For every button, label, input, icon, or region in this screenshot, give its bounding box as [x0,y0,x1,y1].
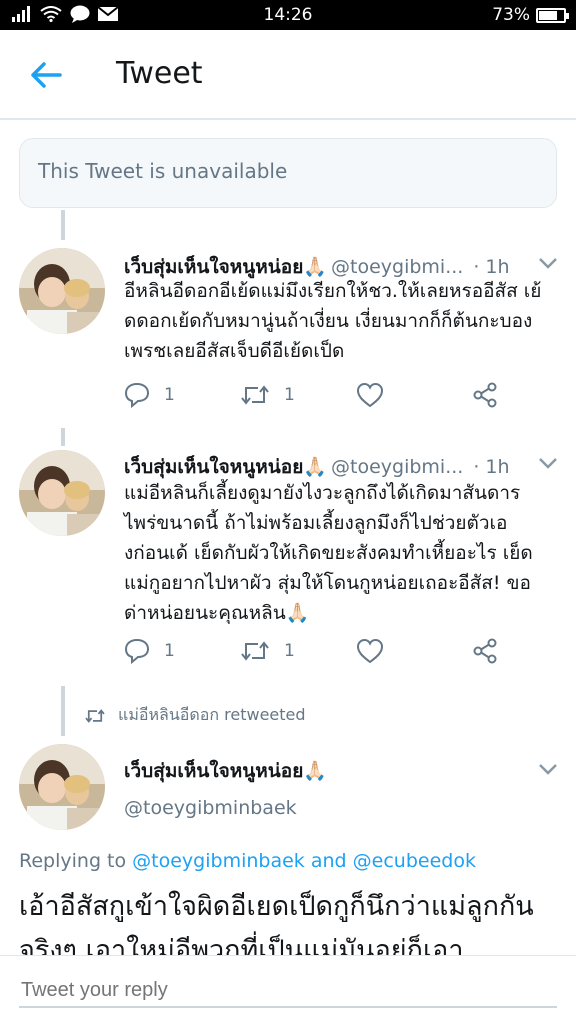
status-bar: 14:26 73% [0,0,576,30]
reply-and-label: and [310,850,347,872]
tweet-actions: 1 1 [124,638,498,664]
reply-icon [124,638,150,664]
reply-button[interactable]: 1 [124,638,240,664]
heart-icon [356,382,384,408]
avatar[interactable] [19,248,105,334]
retweeted-by[interactable]: แม่อีหลินอีดอก retweeted [84,703,306,728]
user-handle[interactable]: @toeygibmi... [331,456,463,478]
reply-mention-link[interactable]: @toeygibminbaek [132,850,305,872]
clock: 14:26 [263,5,313,25]
avatar[interactable] [19,744,105,830]
retweet-button[interactable]: 1 [240,638,356,664]
retweet-count: 1 [284,641,295,661]
chevron-down-icon[interactable] [538,256,558,270]
retweeted-by-label: แม่อีหลินอีดอก retweeted [118,705,306,724]
main-tweet-handle-row: @toeygibminbaek [124,797,297,819]
battery-fill [539,10,557,20]
tweet-text: แม่อีหลินก็เลี้ยงดูมายังไงวะลูกถึงได้เกิ… [124,482,533,624]
timestamp: · 1h [473,456,510,478]
replying-to: Replying to @toeygibminbaek and @ecubeed… [19,850,476,872]
reply-icon [124,382,150,408]
share-button[interactable] [472,638,498,664]
chevron-down-icon[interactable] [538,456,558,470]
replying-to-label: Replying to [19,850,127,872]
user-handle[interactable]: @toeygibmi... [331,256,463,278]
chevron-down-icon[interactable] [538,762,558,776]
tweet-text: อีหลินอีดอกอีเย้ดแม่มึงเรียกให้ชว.ให้เลย… [124,280,542,362]
reply-button[interactable]: 1 [124,382,240,408]
retweet-count: 1 [284,385,295,405]
reply-input[interactable] [19,974,557,1008]
retweet-icon [85,708,105,723]
main-tweet-header: เว็บสุ่มเห็นใจหนูหน่อย🙏🏻 [124,756,327,786]
share-icon [473,382,497,408]
page-title: Tweet [116,56,203,91]
thread-line [61,428,65,446]
share-button[interactable] [472,382,498,408]
timestamp: · 1h [473,256,510,278]
main-tweet-text: เอ้าอีสัสกูเข้าใจผิดอีเยดเป็ดกูก็นึกว่าแ… [19,891,534,955]
battery-icon [536,7,569,23]
app-bar: Tweet [0,30,576,120]
thread-line [61,686,65,736]
back-arrow-icon[interactable] [28,58,64,92]
status-icons-right: 73% [492,5,569,25]
retweet-icon [241,641,269,661]
thread-line [61,210,65,240]
like-button[interactable] [356,638,472,664]
heart-icon [356,638,384,664]
user-handle[interactable]: @toeygibminbaek [124,797,297,819]
like-button[interactable] [356,382,472,408]
battery-percent: 73% [492,5,530,25]
avatar[interactable] [19,450,105,536]
reply-count: 1 [164,641,175,661]
retweet-button[interactable]: 1 [240,382,356,408]
display-name[interactable]: เว็บสุ่มเห็นใจหนูหน่อย🙏🏻 [124,756,327,786]
reply-mention-link[interactable]: @ecubeedok [353,850,476,872]
share-icon [473,638,497,664]
tweet-actions: 1 1 [124,382,498,408]
retweet-icon [241,385,269,405]
reply-count: 1 [164,385,175,405]
reply-bar [0,955,576,1024]
unavailable-tweet-notice: This Tweet is unavailable [19,138,557,208]
